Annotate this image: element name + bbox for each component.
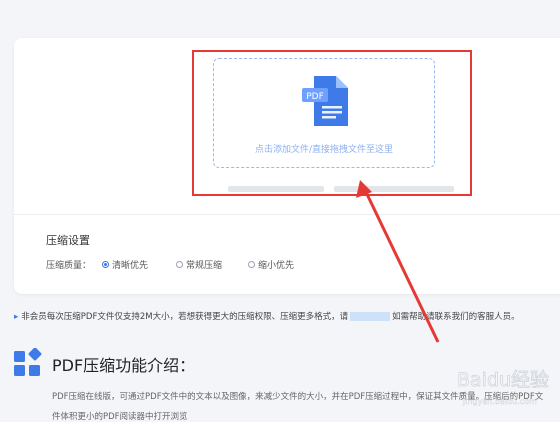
radio-option-normal[interactable]: 常规压缩 <box>176 258 222 271</box>
annotation-highlight-box <box>192 50 472 196</box>
baidu-watermark-logo: Baidu经验 jingyan.baidu.com <box>457 369 550 407</box>
radio-option-clear[interactable]: 清晰优先 <box>102 258 148 271</box>
divider <box>14 214 560 215</box>
svg-text:Baidu经验: Baidu经验 <box>457 369 549 391</box>
svg-text:jingyan.baidu.com: jingyan.baidu.com <box>462 397 537 406</box>
quality-label: 压缩质量： <box>46 261 92 271</box>
notice-text-after: 如需帮助请联系我们的客服人员。 <box>392 312 520 322</box>
radio-label: 缩小优先 <box>258 261 295 271</box>
member-notice: ▸ 非会员每次压缩PDF文件仅支持2M大小，若想获得更大的压缩权限、压缩更多格式，… <box>14 310 520 322</box>
settings-title: 压缩设置 <box>46 234 90 247</box>
section-title: PDF压缩功能介绍： <box>52 356 196 375</box>
blurred-link[interactable] <box>350 312 391 321</box>
radio-option-small[interactable]: 缩小优先 <box>248 258 294 271</box>
radio-unchecked-icon[interactable] <box>176 261 183 268</box>
intro-paragraph-2: 件体积更小的PDF阅读器中打开浏览 <box>52 412 188 422</box>
radio-checked-icon[interactable] <box>102 261 109 268</box>
feature-blocks-icon <box>14 348 42 376</box>
radio-label: 清晰优先 <box>112 261 149 271</box>
radio-label: 常规压缩 <box>186 261 223 271</box>
bullet-icon: ▸ <box>14 312 19 322</box>
notice-text-before: 非会员每次压缩PDF文件仅支持2M大小，若想获得更大的压缩权限、压缩更多格式，请 <box>21 312 349 322</box>
radio-unchecked-icon[interactable] <box>248 261 255 268</box>
